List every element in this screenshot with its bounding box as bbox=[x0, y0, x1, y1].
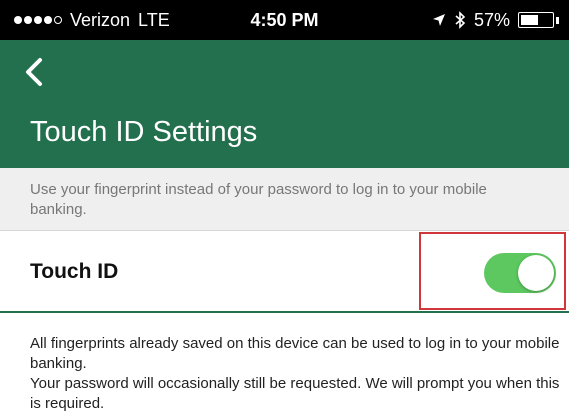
carrier-name: Verizon bbox=[70, 9, 131, 30]
status-bar: Verizon LTE 4:50 PM 57% bbox=[0, 0, 569, 40]
info-line-1: All fingerprints already saved on this d… bbox=[30, 335, 560, 372]
chevron-left-icon bbox=[26, 58, 42, 86]
battery-percent: 57% bbox=[473, 9, 510, 30]
touch-id-label: Touch ID bbox=[30, 260, 119, 283]
toggle-knob bbox=[518, 255, 554, 291]
location-arrow-icon bbox=[432, 14, 445, 26]
back-button[interactable] bbox=[18, 52, 52, 92]
info-line-2: Your password will occasionally still be… bbox=[30, 375, 560, 412]
network-type: LTE bbox=[138, 9, 170, 30]
status-left: Verizon LTE bbox=[14, 10, 170, 31]
description-text: Use your fingerprint instead of your pas… bbox=[0, 168, 569, 231]
info-text: All fingerprints already saved on this d… bbox=[30, 334, 560, 414]
nav-bar: Touch ID Settings bbox=[0, 40, 569, 168]
page-title: Touch ID Settings bbox=[30, 116, 258, 148]
battery-cap bbox=[556, 16, 559, 24]
bluetooth-icon bbox=[455, 11, 466, 29]
signal-strength-icon bbox=[14, 16, 62, 24]
status-right: 57% bbox=[432, 10, 559, 31]
touch-id-toggle[interactable] bbox=[484, 253, 556, 293]
battery-icon bbox=[518, 12, 554, 28]
